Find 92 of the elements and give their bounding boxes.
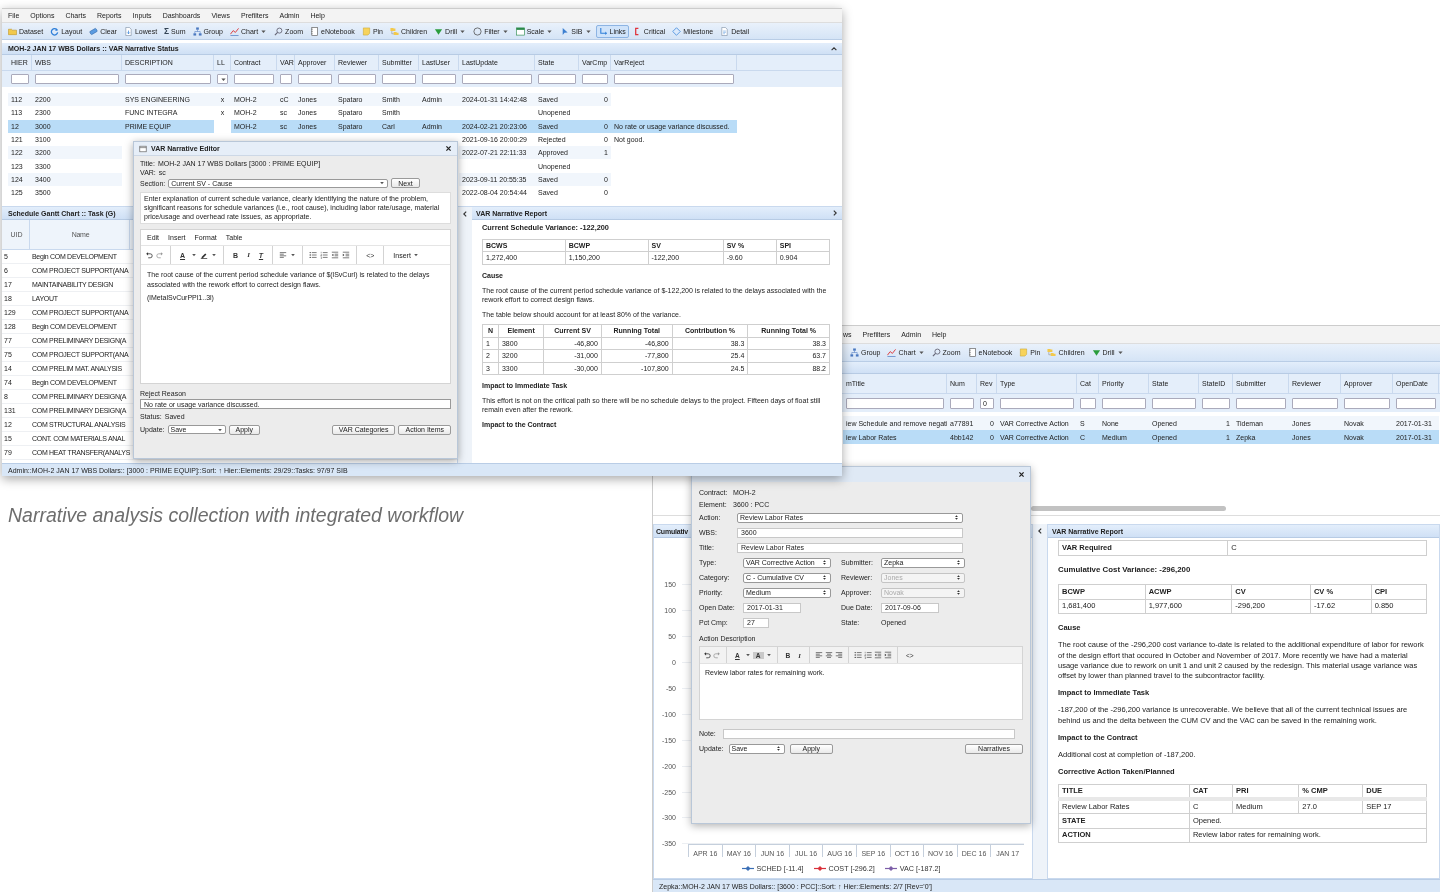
notebook-icon xyxy=(310,26,319,36)
filter-field[interactable] xyxy=(538,74,576,84)
sum-icon: Σ xyxy=(164,26,170,36)
filter-field[interactable] xyxy=(422,74,456,84)
pointer-icon xyxy=(560,26,570,36)
align-left-icon[interactable] xyxy=(814,651,823,659)
filter-field[interactable] xyxy=(614,74,734,84)
circle-icon xyxy=(473,26,483,36)
filter-field[interactable] xyxy=(1000,397,1074,409)
line-chart-icon xyxy=(230,26,239,36)
filter-field[interactable] xyxy=(462,74,532,84)
filter-field[interactable] xyxy=(582,74,608,84)
filter-field[interactable] xyxy=(125,74,211,84)
numbered-list-icon[interactable] xyxy=(863,651,872,659)
filter-field[interactable] xyxy=(338,74,376,84)
sticky-note-icon xyxy=(1019,348,1029,357)
outdent-icon[interactable] xyxy=(331,251,340,260)
caret-icon[interactable] xyxy=(191,252,198,259)
notebook-icon xyxy=(967,348,977,357)
filter-field[interactable] xyxy=(11,74,29,84)
folder-icon xyxy=(8,26,17,36)
filter-field[interactable] xyxy=(1292,397,1338,409)
bullet-list-icon[interactable] xyxy=(309,251,318,260)
caret-icon[interactable] xyxy=(744,652,751,658)
close-icon[interactable] xyxy=(1018,471,1025,478)
folders-icon xyxy=(390,26,399,36)
triangle-icon xyxy=(434,26,444,36)
filter-field[interactable] xyxy=(1080,397,1096,409)
connector-icon xyxy=(598,26,608,36)
bullet-list-icon[interactable] xyxy=(853,651,862,659)
up-down-caret-icon xyxy=(821,574,828,581)
caret-icon xyxy=(216,426,223,433)
diamond-icon xyxy=(672,26,682,36)
indent-icon[interactable] xyxy=(883,651,892,659)
close-icon[interactable] xyxy=(445,145,452,152)
folders-icon xyxy=(1047,348,1057,357)
up-down-caret-icon xyxy=(953,514,960,521)
align-right-icon[interactable] xyxy=(834,651,843,659)
indent-icon[interactable] xyxy=(342,251,351,260)
filter-field[interactable] xyxy=(234,74,274,84)
numbered-list-icon[interactable] xyxy=(320,251,329,260)
filter-field[interactable] xyxy=(1396,397,1436,409)
caret-icon[interactable] xyxy=(765,652,772,658)
magnifier-icon xyxy=(274,26,284,36)
chevron-left-icon[interactable] xyxy=(461,210,469,218)
up-down-caret-icon xyxy=(955,589,962,596)
filter-field[interactable] xyxy=(1202,397,1230,409)
filter-field[interactable] xyxy=(1236,397,1286,409)
filter-field[interactable] xyxy=(280,74,292,84)
filter-field[interactable] xyxy=(950,397,974,409)
undo-icon[interactable] xyxy=(703,651,711,659)
caret-icon xyxy=(379,180,386,186)
horizontal-scrollbar[interactable] xyxy=(1031,506,1226,511)
window-icon xyxy=(515,26,525,36)
caret-icon[interactable] xyxy=(290,252,297,259)
outdent-icon[interactable] xyxy=(873,651,882,659)
caret-icon xyxy=(220,75,227,83)
triangle-icon xyxy=(1091,348,1101,357)
chevron-up-icon[interactable] xyxy=(830,44,838,53)
filter-dropdown[interactable] xyxy=(217,74,228,84)
filter-field[interactable] xyxy=(846,397,944,409)
window-icon xyxy=(139,144,147,153)
up-down-caret-icon xyxy=(821,589,828,596)
marker-icon[interactable] xyxy=(200,251,209,260)
filter-field[interactable] xyxy=(382,74,416,84)
magnifier-icon xyxy=(931,348,941,357)
caret-icon[interactable] xyxy=(211,252,218,259)
filter-field[interactable] xyxy=(35,74,119,84)
undo-icon[interactable] xyxy=(145,251,153,260)
filter-field[interactable] xyxy=(1344,397,1390,409)
up-down-caret-icon xyxy=(955,559,962,566)
up-down-caret-icon xyxy=(821,559,828,566)
sticky-note-icon xyxy=(361,26,371,36)
note-field[interactable] xyxy=(723,728,1015,739)
refresh-icon xyxy=(50,26,60,36)
filter-field[interactable] xyxy=(1152,397,1196,409)
align-center-icon[interactable] xyxy=(824,651,833,659)
page-icon xyxy=(720,26,730,36)
filter-field[interactable] xyxy=(298,74,332,84)
caret-icon xyxy=(412,252,419,259)
caption: Narrative analysis collection with integrated workflow xyxy=(8,504,464,527)
chevron-right-icon[interactable] xyxy=(831,209,839,217)
up-down-caret-icon xyxy=(774,745,782,752)
document-icon xyxy=(123,26,133,36)
align-left-icon[interactable] xyxy=(279,251,288,260)
line-chart-icon xyxy=(887,348,897,357)
chevron-left-icon[interactable] xyxy=(1036,527,1044,535)
hierarchy-icon xyxy=(850,348,859,357)
filter-field[interactable] xyxy=(1102,397,1146,409)
up-down-caret-icon xyxy=(955,574,962,581)
eraser-icon xyxy=(89,26,99,36)
hierarchy-icon xyxy=(192,26,202,36)
